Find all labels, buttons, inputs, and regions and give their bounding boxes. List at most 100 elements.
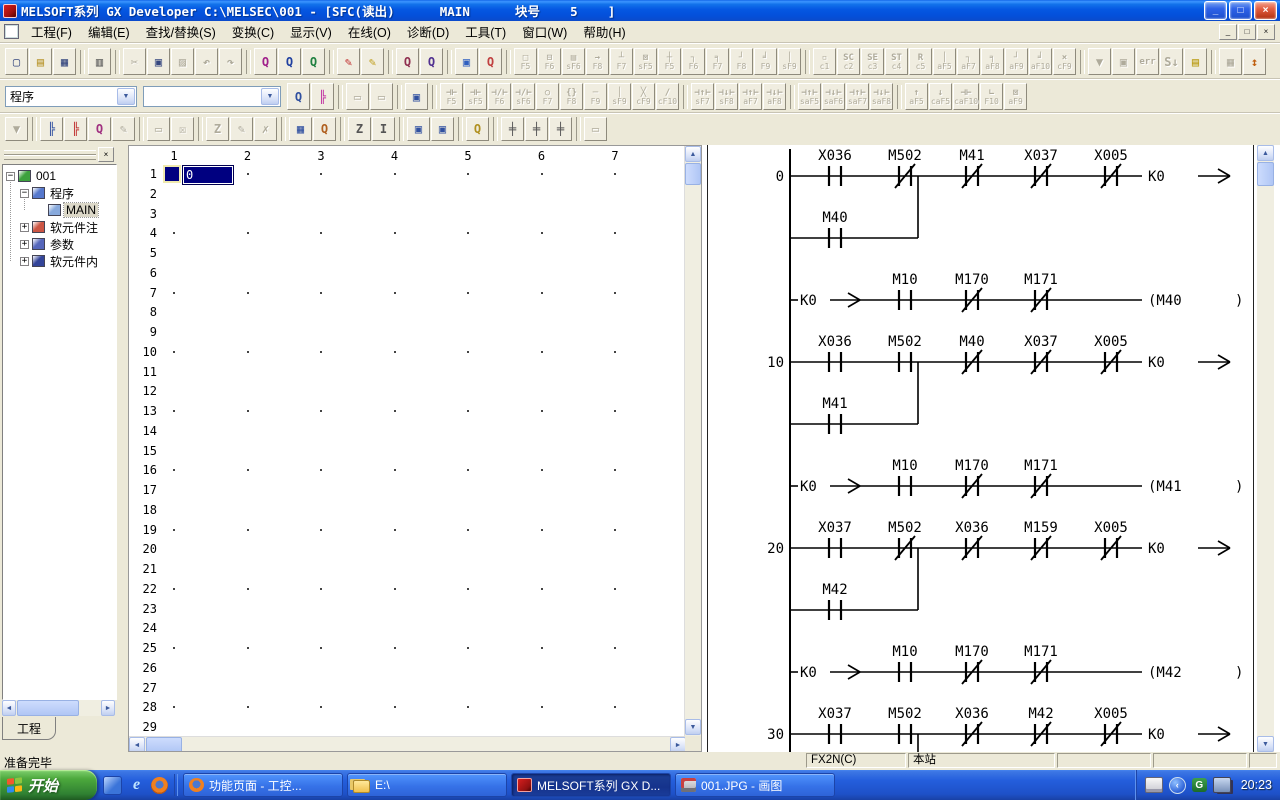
tree-item-device-comment[interactable]: +软元件注 (20, 219, 100, 235)
block-list-button[interactable]: ▤ (1184, 48, 1207, 75)
mdi-close-button[interactable]: × (1257, 24, 1275, 40)
block-list-display-button[interactable]: ▦ (289, 117, 312, 141)
sfc-selected-step[interactable] (165, 167, 179, 181)
chevron-down-icon[interactable]: ▼ (117, 88, 135, 105)
tree-item-device-memory[interactable]: +软元件内 (20, 253, 100, 269)
zoom-in-button[interactable]: Q (420, 48, 443, 75)
contact-coil-find-1-button[interactable]: ╪ (501, 117, 524, 141)
open-zoom-window-button[interactable]: ▣ (407, 117, 430, 141)
comment-display-button[interactable]: Q (287, 83, 310, 110)
menu-find-replace[interactable]: 查找/替换(S) (138, 19, 224, 44)
scroll-left-icon[interactable]: ◄ (129, 737, 145, 752)
new-button[interactable]: ▢ (5, 48, 28, 75)
ladder-zoom-pane[interactable]: 0X036M502M41X037X005K0M40K0M10M170M171(M… (707, 145, 1280, 752)
data-name-combobox[interactable]: ▼ (143, 86, 281, 107)
contact-coil-find-3-button[interactable]: ╪ (549, 117, 572, 141)
open-block-window-button[interactable]: ▣ (431, 117, 454, 141)
data-type-combobox[interactable]: 程序 ▼ (5, 86, 137, 107)
minimize-button[interactable]: _ (1204, 1, 1227, 20)
sfc-step-value-box[interactable]: 0 (182, 165, 234, 185)
restore-button[interactable]: □ (1229, 1, 1252, 20)
scroll-right-icon[interactable]: ► (670, 737, 686, 752)
scrollbar-thumb[interactable] (1257, 162, 1274, 186)
network-tray-icon[interactable] (1213, 777, 1231, 793)
tree-item-main[interactable]: MAIN (36, 202, 98, 218)
sfc-tree-display-button[interactable]: ╠ (40, 117, 63, 141)
expand-expander-icon[interactable]: + (20, 257, 29, 266)
scroll-down-icon[interactable]: ▼ (685, 719, 701, 735)
clock[interactable]: 20:23 (1241, 778, 1272, 792)
scrollbar-thumb[interactable] (685, 163, 701, 185)
open-button[interactable]: ▤ (29, 48, 52, 75)
sfc-tree-edit-button[interactable]: ╠ (64, 117, 87, 141)
program-display-button[interactable]: ▣ (405, 83, 428, 110)
menu-help[interactable]: 帮助(H) (575, 19, 633, 44)
scrollbar-thumb[interactable] (17, 700, 79, 716)
find-string-button[interactable]: Q (302, 48, 325, 75)
scroll-left-icon[interactable]: ◄ (2, 700, 16, 716)
find-step-button[interactable]: Q (466, 117, 489, 141)
zoom-out-button[interactable]: Q (396, 48, 419, 75)
tree-horizontal-scrollbar[interactable]: ◄ ► (2, 700, 115, 716)
start-button[interactable]: 开始 (0, 770, 97, 800)
task-explorer[interactable]: E:\ (347, 773, 507, 797)
sort-button[interactable]: ↕ (1243, 48, 1266, 75)
scroll-up-icon[interactable]: ▲ (685, 146, 701, 162)
scroll-down-icon[interactable]: ▼ (1257, 736, 1274, 752)
firefox-quicklaunch-icon[interactable] (151, 777, 168, 794)
menu-tools[interactable]: 工具(T) (457, 19, 514, 44)
tab-project[interactable]: 工程 (2, 717, 56, 740)
zoom-partial-button[interactable]: Q (88, 117, 111, 141)
scroll-up-icon[interactable]: ▲ (1257, 145, 1274, 161)
menu-view[interactable]: 显示(V) (282, 19, 340, 44)
mdi-minimize-button[interactable]: _ (1219, 24, 1237, 40)
collapse-expander-icon[interactable]: − (6, 172, 15, 181)
ie-quicklaunch-icon[interactable]: e (128, 777, 145, 794)
project-data-list-button[interactable]: ╠ (311, 83, 334, 110)
expand-expander-icon[interactable]: + (20, 223, 29, 232)
contact-coil-find-2-button[interactable]: ╪ (525, 117, 548, 141)
sfc-diagram-pane[interactable]: ▲ ▼ ◄ ► 12345671234567891011121314151617… (128, 145, 702, 752)
close-button[interactable]: × (1254, 1, 1277, 20)
chevron-down-icon[interactable]: ▼ (261, 88, 279, 105)
tree-item-program[interactable]: −程序 (20, 185, 76, 201)
save-button[interactable]: ▦ (53, 48, 76, 75)
expand-expander-icon[interactable]: + (20, 240, 29, 249)
sort-desc-button[interactable]: I (372, 117, 395, 141)
monitor-button[interactable]: Q (479, 48, 502, 75)
sfc-vertical-scrollbar[interactable]: ▲ ▼ (684, 146, 701, 736)
device-test-button[interactable]: ✎ (337, 48, 360, 75)
keyboard-tray-icon[interactable] (1145, 777, 1163, 793)
menu-edit[interactable]: 编辑(E) (80, 19, 138, 44)
g-app-tray-icon[interactable]: G (1192, 778, 1207, 792)
transfer-setup-button[interactable]: ▣ (455, 48, 478, 75)
copy-button[interactable]: ▣ (147, 48, 170, 75)
task-paint[interactable]: 001.JPG - 画图 (675, 773, 835, 797)
find-instruction-button[interactable]: Q (278, 48, 301, 75)
tree-item-001[interactable]: −001 (6, 168, 58, 184)
ladder-vertical-scrollbar[interactable]: ▲ ▼ (1257, 145, 1274, 752)
tree-item-parameter[interactable]: +参数 (20, 236, 76, 252)
macro-button: ▭ (346, 83, 369, 110)
mdi-restore-button[interactable]: □ (1238, 24, 1256, 40)
time-monitor-button[interactable]: Q (313, 117, 336, 141)
device-batch-button[interactable]: ✎ (361, 48, 384, 75)
scrollbar-thumb[interactable] (146, 737, 182, 752)
menu-project[interactable]: 工程(F) (23, 19, 80, 44)
task-melsoft[interactable]: MELSOFT系列 GX D... (511, 773, 671, 797)
scroll-right-icon[interactable]: ► (101, 700, 115, 716)
menu-diagnostics[interactable]: 诊断(D) (399, 19, 457, 44)
menu-online[interactable]: 在线(O) (340, 19, 399, 44)
collapse-expander-icon[interactable]: − (20, 189, 29, 198)
sort-asc-button[interactable]: Z (348, 117, 371, 141)
collapse-tray-icon[interactable]: ‹ (1169, 777, 1186, 794)
sfc-horizontal-scrollbar[interactable]: ◄ ► (129, 736, 686, 752)
menu-window[interactable]: 窗口(W) (514, 19, 575, 44)
task-firefox[interactable]: 功能页面 - 工控... (183, 773, 343, 797)
quicklaunch-app-icon[interactable] (103, 776, 122, 795)
tree-close-button[interactable]: × (98, 147, 114, 162)
menu-convert[interactable]: 变换(C) (224, 19, 282, 44)
tree-panel-header[interactable]: × (2, 146, 116, 163)
find-device-button[interactable]: Q (254, 48, 277, 75)
print-button[interactable]: ▥ (88, 48, 111, 75)
